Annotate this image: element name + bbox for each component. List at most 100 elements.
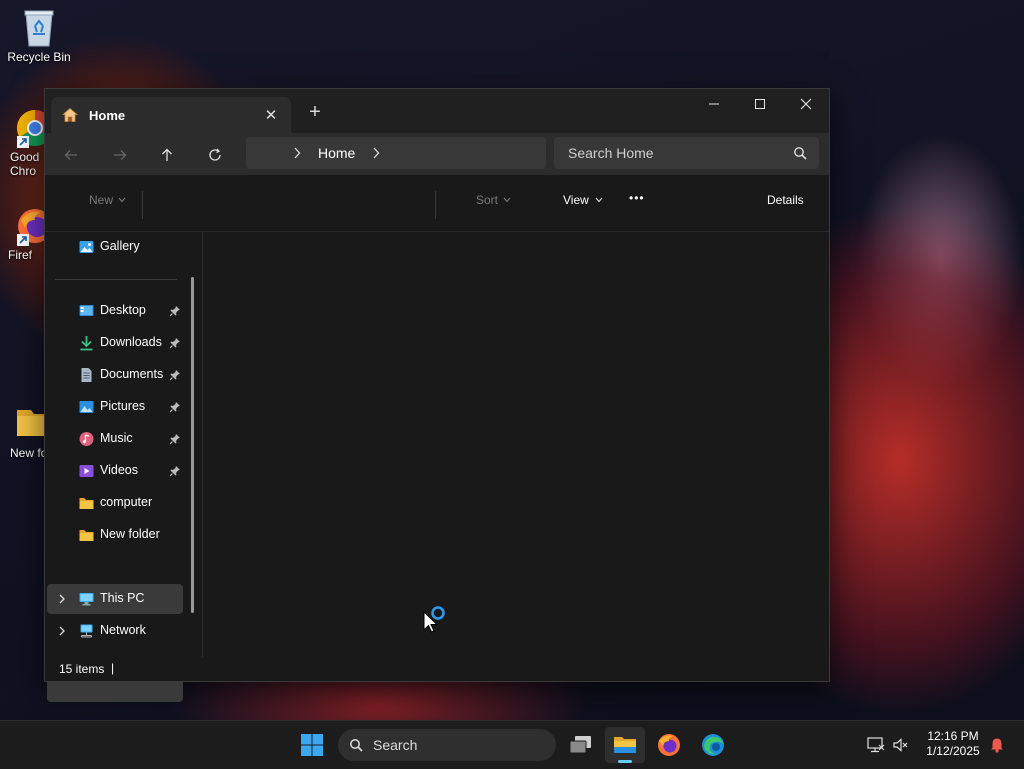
sidebar-item-label: Gallery — [100, 239, 140, 253]
sidebar-item-label: Videos — [100, 463, 138, 477]
clock-time: 12:16 PM — [927, 729, 979, 743]
forward-button[interactable] — [106, 141, 134, 169]
edge-icon — [702, 734, 724, 756]
item-count: 15 items — [59, 662, 105, 676]
busy-cursor-icon — [423, 606, 445, 633]
pin-icon — [169, 306, 180, 317]
sidebar-item-label: This PC — [100, 591, 145, 605]
folder-icon — [79, 498, 94, 509]
pin-icon — [169, 338, 180, 349]
sort-label: Sort — [476, 193, 499, 207]
chevron-right-icon[interactable] — [369, 146, 383, 160]
sort-button[interactable]: Sort — [476, 193, 511, 207]
sidebar-item-network[interactable]: Network — [47, 616, 183, 646]
gallery-icon — [79, 241, 94, 253]
sidebar-item-videos[interactable]: Videos — [47, 456, 183, 486]
edge-taskbar-button[interactable] — [693, 727, 733, 763]
start-button[interactable] — [292, 727, 332, 763]
refresh-icon — [209, 148, 221, 161]
details-label: Details — [767, 193, 804, 207]
new-tab-button[interactable]: + — [303, 101, 327, 125]
sidebar-item-downloads[interactable]: Downloads — [47, 328, 183, 358]
sidebar-item-gallery[interactable]: Gallery — [47, 232, 183, 262]
chevron-right-icon[interactable] — [57, 593, 67, 605]
pin-icon — [169, 370, 180, 381]
taskbar: Search 12:16 PM 1/12/2025 — [0, 720, 1024, 769]
task-view-icon — [569, 736, 591, 754]
videos-icon — [79, 465, 94, 477]
toolbar-divider — [142, 191, 143, 219]
task-view-button[interactable] — [561, 727, 601, 763]
sidebar-item-desktop[interactable]: Desktop — [47, 296, 183, 326]
sidebar-scrollbar[interactable] — [191, 277, 194, 613]
tab-home[interactable]: Home ✕ — [51, 97, 291, 133]
sidebar-divider — [55, 279, 177, 280]
desktop-icon-recycle-bin[interactable]: Recycle Bin — [0, 8, 78, 64]
file-explorer-window: Home ✕ + Home Search Home New Sort View … — [44, 88, 830, 702]
close-window-button[interactable] — [783, 89, 829, 119]
back-button[interactable] — [57, 141, 85, 169]
folder-icon — [79, 530, 94, 541]
arrow-up-icon — [162, 148, 172, 161]
status-divider: | — [111, 661, 115, 675]
sidebar-item-computer[interactable]: computer — [47, 488, 183, 518]
sidebar-item-label: Music — [100, 431, 133, 445]
desktop-icon-label: Recycle Bin — [7, 50, 71, 64]
sidebar-item-label: Network — [100, 623, 146, 637]
view-label: View — [563, 193, 589, 207]
navigation-bar: Home Search Home — [45, 133, 829, 175]
sidebar-item-label: Documents — [100, 367, 164, 381]
up-button[interactable] — [153, 141, 181, 169]
download-icon — [80, 336, 93, 351]
pin-icon — [169, 402, 180, 413]
document-icon — [81, 368, 92, 382]
clock-date: 1/12/2025 — [926, 744, 980, 758]
taskbar-search-label: Search — [373, 737, 418, 753]
refresh-button[interactable] — [201, 141, 229, 169]
file-explorer-taskbar-button[interactable] — [605, 727, 645, 763]
chevron-down-icon — [595, 197, 603, 203]
network-status-icon — [867, 737, 885, 753]
clock[interactable]: 12:16 PM 1/12/2025 — [918, 729, 988, 759]
sidebar-item-pictures[interactable]: Pictures — [47, 392, 183, 422]
search-box[interactable]: Search Home — [554, 137, 819, 169]
minimize-button[interactable] — [691, 89, 737, 119]
recycle-bin-icon — [21, 8, 57, 47]
chevron-right-icon[interactable] — [57, 625, 67, 637]
more-options-label: ••• — [629, 191, 645, 205]
notification-bell-icon — [991, 738, 1003, 753]
search-placeholder: Search Home — [568, 145, 654, 161]
taskbar-search[interactable]: Search — [338, 729, 556, 761]
sidebar-item-documents[interactable]: Documents — [47, 360, 183, 390]
close-tab-button[interactable]: ✕ — [261, 105, 281, 125]
network-icon — [80, 624, 93, 638]
firefox-icon — [658, 734, 680, 756]
sidebar-item-new-folder[interactable]: New folder — [47, 520, 183, 550]
chevron-right-icon — [290, 146, 304, 160]
toolbar-divider — [435, 191, 436, 219]
maximize-button[interactable] — [737, 89, 783, 119]
active-app-indicator — [618, 760, 632, 763]
sidebar-item-music[interactable]: Music — [47, 424, 183, 454]
sidebar-item-this-pc[interactable]: This PC — [47, 584, 183, 614]
details-button[interactable]: Details — [767, 193, 804, 207]
search-icon — [350, 739, 363, 752]
volume-muted-icon — [893, 738, 908, 752]
command-bar: New Sort View ••• Details — [45, 175, 829, 232]
volume-button[interactable] — [884, 727, 918, 763]
close-icon — [800, 98, 812, 110]
status-bar: 15 items | — [45, 657, 829, 681]
breadcrumb-home[interactable]: Home — [318, 145, 355, 161]
minimize-icon — [709, 103, 719, 105]
search-icon — [794, 147, 807, 160]
new-button[interactable]: New — [89, 193, 126, 207]
chevron-down-icon — [118, 197, 126, 203]
address-bar[interactable]: Home — [246, 137, 546, 169]
notifications-button[interactable] — [982, 727, 1012, 763]
file-list-area[interactable] — [203, 232, 829, 658]
arrow-left-icon — [64, 150, 77, 160]
more-options-button[interactable]: ••• — [629, 191, 645, 205]
view-button[interactable]: View — [563, 193, 603, 207]
firefox-taskbar-button[interactable] — [649, 727, 689, 763]
tab-title: Home — [89, 107, 126, 123]
